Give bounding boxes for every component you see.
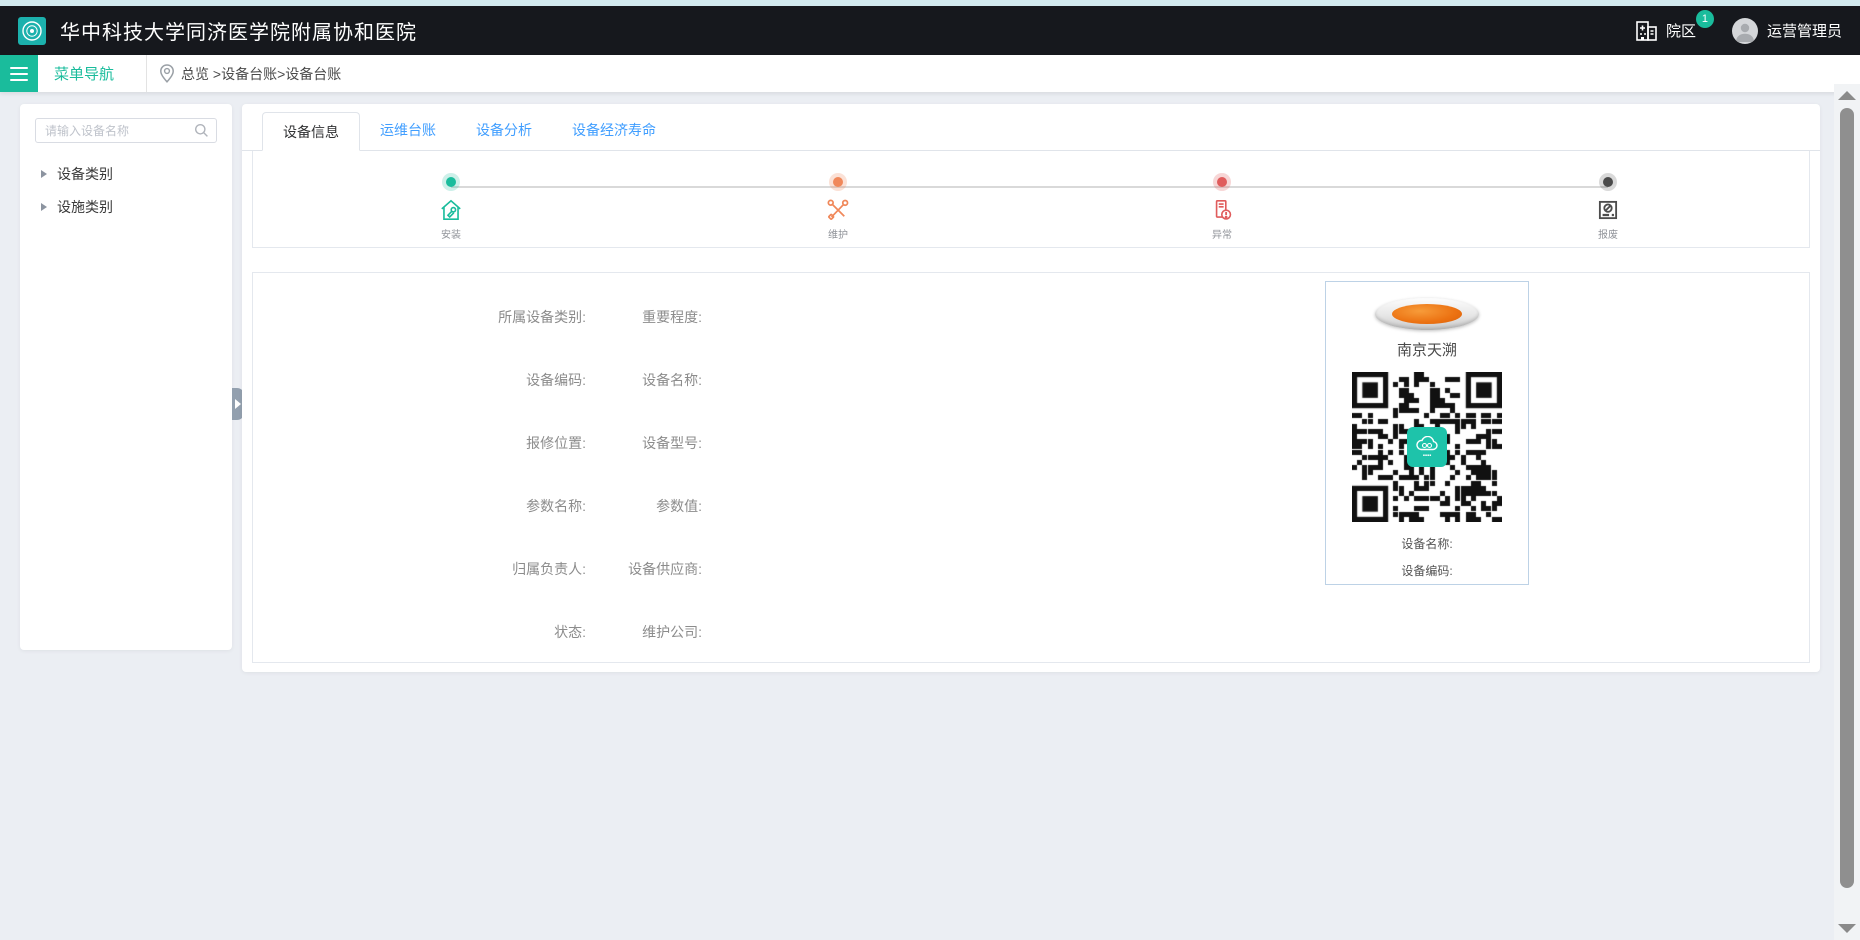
- tree-item-label: 设施类别: [57, 197, 113, 217]
- tab-device-info[interactable]: 设备信息: [262, 112, 360, 151]
- sidebar: 设备类别 设施类别: [20, 104, 232, 650]
- field-label-owner: 归属负责人:: [253, 559, 586, 579]
- tab-maintenance-ledger[interactable]: 运维台账: [360, 111, 456, 150]
- tree-item-facility-category[interactable]: 设施类别: [35, 190, 217, 223]
- main-panel: 设备信息 运维台账 设备分析 设备经济寿命 安装: [242, 104, 1820, 672]
- form-row: 参数名称: 参数值:: [253, 474, 1809, 537]
- qr-code-wrap: ▪▪▪▪: [1352, 372, 1502, 522]
- scrap-monitor-icon: [1595, 197, 1621, 223]
- breadcrumb[interactable]: 总览 >设备台账>设备台账: [181, 64, 341, 84]
- header-actions: 院区 1 运营管理员: [1635, 18, 1842, 44]
- tab-bar: 设备信息 运维台账 设备分析 设备经济寿命: [242, 104, 1820, 151]
- qr-center-caption: ▪▪▪▪: [1423, 453, 1432, 459]
- campus-label: 院区: [1666, 20, 1696, 41]
- milestone-maintenance: 维护: [793, 177, 883, 241]
- timeline-line: [451, 186, 1608, 188]
- tree-item-device-category[interactable]: 设备类别: [35, 157, 217, 190]
- page-title: 华中科技大学同济医学院附属协和医院: [60, 16, 417, 45]
- form-row: 报修位置: 设备型号:: [253, 411, 1809, 474]
- user-name: 运营管理员: [1767, 20, 1842, 41]
- scroll-down-arrow-icon[interactable]: [1838, 924, 1856, 933]
- search-input[interactable]: [36, 119, 216, 142]
- device-info-form: 所属设备类别: 重要程度: 设备编码: 设备名称: 报修位置: 设备型号: 参数…: [252, 272, 1810, 663]
- timeline-dot: [1217, 177, 1227, 187]
- field-label-repair-location: 报修位置:: [253, 433, 586, 453]
- maintenance-tools-icon: [825, 197, 851, 223]
- hospital-logo[interactable]: [18, 17, 46, 45]
- form-row: 设备编码: 设备名称:: [253, 348, 1809, 411]
- fault-alert-icon: [1209, 197, 1235, 223]
- category-tree: 设备类别 设施类别: [35, 157, 217, 223]
- device-qr-card: 南京天溯 ▪▪▪▪ 设备名称: 设备编码:: [1325, 281, 1529, 585]
- milestone-label: 报废: [1598, 226, 1618, 241]
- field-label-param-name: 参数名称:: [253, 496, 586, 516]
- field-label-device-model: 设备型号:: [586, 433, 702, 453]
- qr-device-code-label: 设备编码:: [1326, 562, 1528, 579]
- field-label-device-name: 设备名称:: [586, 370, 702, 390]
- milestone-scrap: 报废: [1563, 177, 1653, 241]
- milestone-fault: 异常: [1177, 177, 1267, 241]
- vertical-scrollbar: [1834, 84, 1860, 940]
- form-row: 归属负责人: 设备供应商:: [253, 537, 1809, 600]
- form-row: 所属设备类别: 重要程度:: [253, 285, 1809, 348]
- timeline-dot: [446, 177, 456, 187]
- avatar: [1732, 18, 1758, 44]
- timeline-dot: [1603, 177, 1613, 187]
- field-label-device-category: 所属设备类别:: [253, 307, 586, 327]
- milestone-install: 安装: [406, 177, 496, 241]
- tree-item-label: 设备类别: [57, 164, 113, 184]
- brand-name: 南京天溯: [1326, 339, 1528, 360]
- caret-right-icon: [41, 203, 47, 211]
- menu-nav-label[interactable]: 菜单导航: [54, 63, 114, 84]
- form-row: 状态: 维护公司:: [253, 600, 1809, 663]
- field-label-device-code: 设备编码:: [253, 370, 586, 390]
- nav-divider: [146, 55, 147, 92]
- milestone-label: 维护: [828, 226, 848, 241]
- nav-bar: 菜单导航 总览 >设备台账>设备台账: [0, 55, 1860, 92]
- field-label-supplier: 设备供应商:: [586, 559, 702, 579]
- field-label-status: 状态:: [253, 622, 586, 642]
- field-label-maintenance-company: 维护公司:: [586, 622, 702, 642]
- search-icon: [194, 123, 209, 138]
- caret-right-icon: [41, 170, 47, 178]
- app-header: 华中科技大学同济医学院附属协和医院 院区 1: [0, 6, 1860, 55]
- scrollbar-thumb[interactable]: [1840, 108, 1854, 888]
- page: 华中科技大学同济医学院附属协和医院 院区 1: [0, 0, 1860, 940]
- tab-device-analysis[interactable]: 设备分析: [456, 111, 552, 150]
- campus-count-badge: 1: [1696, 10, 1714, 28]
- scroll-up-arrow-icon[interactable]: [1838, 91, 1856, 100]
- user-icon: [1732, 18, 1758, 44]
- field-label-importance: 重要程度:: [586, 307, 702, 327]
- cloud-icon: [1415, 436, 1439, 452]
- milestone-label: 异常: [1212, 226, 1232, 241]
- campus-button[interactable]: 院区 1: [1635, 19, 1696, 43]
- brand-logo: [1375, 298, 1479, 330]
- hospital-emblem-icon: [21, 20, 43, 42]
- lifecycle-timeline: 安装 维护: [252, 151, 1810, 248]
- tab-economic-life[interactable]: 设备经济寿命: [552, 111, 676, 150]
- qr-device-name-label: 设备名称:: [1326, 535, 1528, 552]
- timeline-dot: [833, 177, 843, 187]
- field-label-param-value: 参数值:: [586, 496, 702, 516]
- install-house-icon: [438, 197, 464, 223]
- device-search-box: [35, 118, 217, 143]
- milestone-label: 安装: [441, 226, 461, 241]
- user-menu[interactable]: 运营管理员: [1732, 18, 1842, 44]
- hospital-building-icon: [1635, 19, 1658, 43]
- qr-center-logo: ▪▪▪▪: [1407, 427, 1447, 467]
- hamburger-menu-icon[interactable]: [0, 55, 38, 92]
- location-pin-icon: [159, 64, 175, 83]
